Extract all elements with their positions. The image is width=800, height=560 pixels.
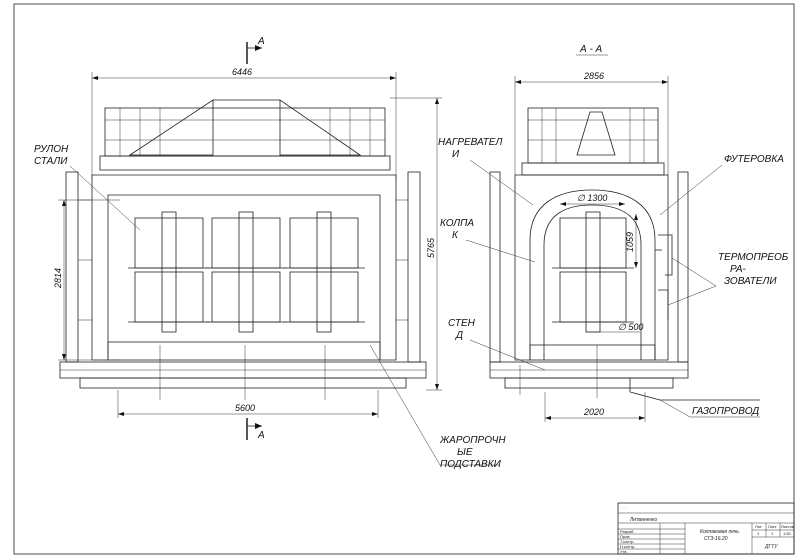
top-frame [99,99,391,171]
section-mark-bottom: А [246,418,265,441]
label-lining: ФУТЕРОВКА [659,154,784,216]
dim-inner-width-text: 5600 [235,403,255,413]
dim-dome-height-text: 1059 [625,232,635,252]
dim-base-width-text: 2020 [583,407,604,417]
label-heaters: НАГРЕВАТЕЛ И [438,137,534,206]
section-title: А - А [579,44,603,55]
coils-left [128,211,365,333]
front-view: А 6446 2814 5765 5600 А РУЛОН СТАЛИ ЖАРО… [34,36,506,470]
coil-stack-2 [205,211,287,333]
base-left [59,345,427,400]
label-coil-line1: РУЛОН [34,144,69,155]
organization: ДГТУ [764,544,778,550]
title-block: … Литвиненко Разраб. Пров. Т.контр. Н.ко… [617,502,795,555]
furnace-drawing: А 6446 2814 5765 5600 А РУЛОН СТАЛИ ЖАРО… [13,3,795,555]
dim-coil-height: 2814 [53,199,120,361]
label-bell-line2: К [452,230,459,241]
dim-dome-diameter-text: ∅ 1300 [577,193,607,203]
section-mark-top: А [246,36,265,64]
label-bell: КОЛПА К [440,218,536,263]
title-block-signature: Литвиненко [630,517,657,523]
label-supports: ЖАРОПРОЧН ЫЕ ПОДСТАВКИ [369,344,506,470]
sheet-label-lists: Листов [781,524,794,529]
dim-post-diameter: ∅ 500 [586,322,643,333]
coils-right [552,211,634,333]
label-thermocouples-line2: РА- [730,264,747,275]
base-right [489,345,760,401]
role-5: Утв. [620,549,628,554]
drawing-name-line2: СГЗ-16.20 [704,536,728,542]
dim-dome-diameter: ∅ 1300 [560,193,625,206]
label-heaters-line2: И [452,149,460,160]
section-view: А - А 2856 ∅ 1300 1059 ∅ 500 2020 НАГРЕВ… [438,44,789,422]
title-block-header: … [622,505,626,510]
label-thermocouples: ТЕРМОПРЕОБ РА- ЗОВАТЕЛИ [667,252,789,306]
label-coil: РУЛОН СТАЛИ [34,144,141,231]
sheet-value-1: 1 [757,531,760,536]
coil-stack-3 [283,211,365,333]
dim-post-diameter-text: ∅ 500 [618,322,643,332]
dim-overall-width-right: 2856 [514,71,669,175]
label-stand-line2: Д [455,330,463,341]
dim-height-text: 5765 [426,237,436,258]
label-gas-pipe-text: ГАЗОПРОВОД [692,406,759,417]
label-supports-line3: ПОДСТАВКИ [440,459,502,470]
sheet-value-2: 1 [771,531,774,536]
label-thermocouples-line3: ЗОВАТЕЛИ [724,276,777,287]
top-frame-right [521,107,665,176]
sheet-label-lit: Лит. [755,524,762,529]
section-letter-top: А [257,36,265,47]
sheet-label-list: Лист [768,524,777,529]
sheet-frame [13,3,795,555]
section-letter-bottom: А [257,430,265,441]
label-gas-pipe: ГАЗОПРОВОД [659,399,760,418]
coil-stack-1 [128,211,210,333]
label-stand-line1: СТЕН [448,318,476,329]
label-heaters-line1: НАГРЕВАТЕЛ [438,137,502,148]
dim-overall-width-text: 6446 [232,67,252,77]
label-supports-line2: ЫЕ [457,447,473,458]
label-lining-text: ФУТЕРОВКА [724,154,784,165]
dim-height-right: 5765 [390,97,442,391]
label-thermocouples-line1: ТЕРМОПРЕОБ [718,252,789,263]
dim-base-width: 2020 [544,392,646,422]
dim-overall-width-right-text: 2856 [583,71,604,81]
dim-dome-height: 1059 [625,214,638,268]
thermocouple-tubes [655,234,673,320]
sheet-value-3: 1:50 [783,531,792,536]
label-bell-line1: КОЛПА [440,218,474,229]
label-supports-line1: ЖАРОПРОЧН [439,435,506,446]
dim-coil-height-text: 2814 [53,268,63,289]
outer-columns-left [65,171,421,363]
dim-inner-width: 5600 [117,390,379,418]
dim-overall-width: 6446 [91,67,397,180]
drawing-name-line1: Колпаковая печь [700,529,739,535]
label-coil-line2: СТАЛИ [34,156,68,167]
